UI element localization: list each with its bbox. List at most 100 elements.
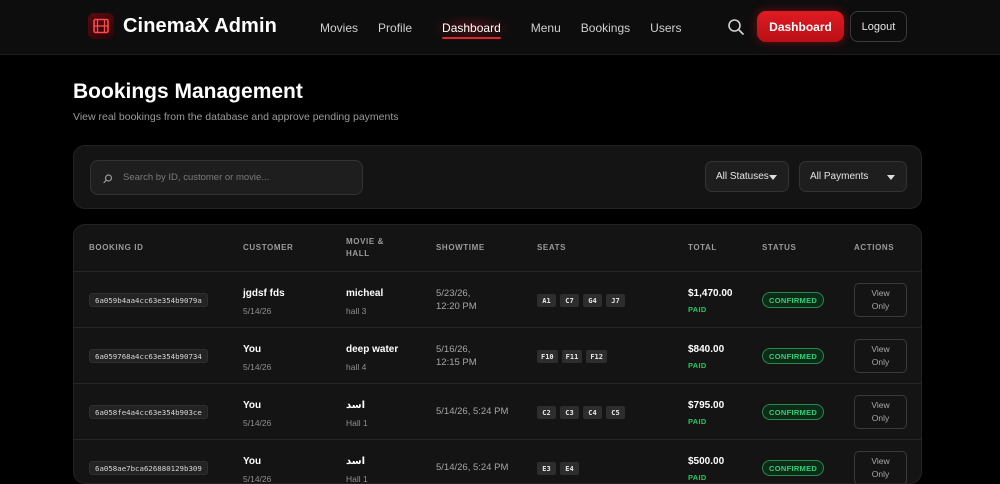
showtime-date: 5/14/26, 5:24 PM — [436, 462, 509, 473]
showtime-date: 5/16/26, — [436, 344, 471, 355]
hall-name: Hall 1 — [346, 418, 368, 428]
booking-id: 6a058ae7bca626880129b309 — [89, 461, 208, 475]
status-badge: CONFIRMED — [762, 404, 825, 420]
showtime: 5/14/26, 5:24 PM — [436, 405, 526, 418]
table-row: 6a059768a4cc63e354b90734 You 5/14/26 dee… — [74, 328, 921, 384]
booking-id: 6a058fe4a4cc63e354b903ce — [89, 405, 208, 419]
customer-date: 5/14/26 — [243, 474, 272, 484]
view-only-label: View Only — [871, 399, 889, 425]
movie-title: micheal — [346, 288, 384, 299]
status-filter-value: All Statuses — [716, 171, 769, 182]
showtime: 5/16/26, 12:15 PM — [436, 343, 516, 369]
logout-button[interactable]: Logout — [850, 11, 907, 42]
customer-date: 5/14/26 — [243, 418, 272, 428]
total-amount: $795.00 — [688, 400, 725, 411]
booking-id: 6a059768a4cc63e354b90734 — [89, 349, 208, 363]
showtime: 5/23/26, 12:20 PM — [436, 287, 516, 313]
table-row: 6a059b4aa4cc63e354b9079a jgdsf fds 5/14/… — [74, 272, 921, 328]
chevron-down-icon — [769, 175, 777, 180]
nav-link-dashboard[interactable]: Dashboard — [432, 14, 511, 41]
status-filter-select[interactable]: All Statuses — [705, 161, 789, 192]
film-icon — [88, 13, 114, 39]
dashboard-button[interactable]: Dashboard — [757, 11, 844, 42]
table-row: 6a058ae7bca626880129b309 You 5/14/26 اسد… — [74, 440, 921, 484]
seat-badge: E3 — [537, 462, 556, 475]
nav-link-bookings[interactable]: Bookings — [581, 15, 630, 41]
showtime-date: 5/14/26, 5:24 PM — [436, 406, 509, 417]
header-movie-hall: MOVIE & HALL — [346, 225, 384, 271]
page-subtitle: View real bookings from the database and… — [73, 111, 399, 123]
payment-filter-select[interactable]: All Payments — [799, 161, 907, 192]
payment-status: PAID — [688, 473, 707, 482]
customer-name: You — [243, 400, 262, 411]
seat-list: F10 F11 F12 — [537, 350, 611, 363]
bookings-table: BOOKING ID CUSTOMER MOVIE & HALL SHOWTIM… — [73, 224, 922, 484]
movie-title: اسد — [346, 456, 366, 467]
search-icon — [102, 172, 114, 184]
seat-badge: C7 — [560, 294, 579, 307]
chevron-down-icon — [887, 175, 895, 180]
customer-name: You — [243, 456, 262, 467]
hall-name: Hall 1 — [346, 474, 368, 484]
search-box[interactable] — [90, 160, 363, 195]
seat-list: A1 C7 G4 J7 — [537, 294, 629, 307]
header-actions: ACTIONS — [854, 243, 895, 252]
header-booking-id: BOOKING ID — [89, 243, 144, 252]
total-amount: $840.00 — [688, 344, 725, 355]
seat-badge: E4 — [560, 462, 579, 475]
total-amount: $500.00 — [688, 456, 725, 467]
view-only-line2: Only — [871, 301, 890, 311]
showtime-time: 12:20 PM — [436, 301, 477, 312]
nav-link-menu[interactable]: Menu — [531, 15, 561, 41]
movie-title: deep water — [346, 344, 399, 355]
nav-link-profile[interactable]: Profile — [378, 15, 412, 41]
seat-badge: J7 — [606, 294, 625, 307]
view-only-line1: View — [871, 288, 890, 298]
hall-name: hall 4 — [346, 362, 367, 372]
payment-status: PAID — [688, 361, 707, 370]
view-only-button[interactable]: View Only — [854, 395, 907, 429]
seat-badge: C5 — [606, 406, 625, 419]
payment-filter-value: All Payments — [810, 171, 869, 182]
view-only-button[interactable]: View Only — [854, 339, 907, 373]
seat-list: C2 C3 C4 C5 — [537, 406, 629, 419]
customer-name: jgdsf fds — [243, 288, 285, 299]
customer-date: 5/14/26 — [243, 306, 272, 316]
header-status: STATUS — [762, 243, 797, 252]
brand-name: CinemaX Admin — [123, 14, 277, 37]
search-icon[interactable] — [726, 17, 746, 37]
view-only-line2: Only — [871, 357, 890, 367]
header-seats: SEATS — [537, 243, 567, 252]
view-only-line1: View — [871, 344, 890, 354]
hall-name: hall 3 — [346, 306, 367, 316]
customer-date: 5/14/26 — [243, 362, 272, 372]
view-only-button[interactable]: View Only — [854, 451, 907, 483]
seat-list: E3 E4 — [537, 462, 583, 475]
showtime-time: 12:15 PM — [436, 357, 477, 368]
header-movie-hall-line1: MOVIE & — [346, 237, 384, 246]
table-row: 6a058fe4a4cc63e354b903ce You 5/14/26 اسد… — [74, 384, 921, 440]
page-title: Bookings Management — [73, 80, 303, 103]
view-only-label: View Only — [871, 343, 889, 369]
payment-status: PAID — [688, 417, 707, 426]
view-only-line1: View — [871, 400, 890, 410]
booking-id: 6a059b4aa4cc63e354b9079a — [89, 293, 208, 307]
status-badge: CONFIRMED — [762, 460, 825, 476]
view-only-line2: Only — [871, 413, 890, 423]
view-only-button[interactable]: View Only — [854, 283, 907, 317]
showtime-date: 5/23/26, — [436, 288, 471, 299]
seat-badge: C4 — [583, 406, 602, 419]
brand[interactable]: CinemaX Admin — [88, 13, 277, 39]
header-movie-hall-line2: HALL — [346, 249, 370, 258]
seat-badge: G4 — [583, 294, 602, 307]
header-total: TOTAL — [688, 243, 717, 252]
payment-status: PAID — [688, 305, 707, 314]
seat-badge: C2 — [537, 406, 556, 419]
nav-link-movies[interactable]: Movies — [320, 15, 358, 41]
seat-badge: F10 — [537, 350, 558, 363]
search-input[interactable] — [123, 161, 358, 194]
movie-title: اسد — [346, 400, 366, 411]
nav-link-users[interactable]: Users — [650, 15, 681, 41]
header-customer: CUSTOMER — [243, 243, 294, 252]
seat-badge: A1 — [537, 294, 556, 307]
